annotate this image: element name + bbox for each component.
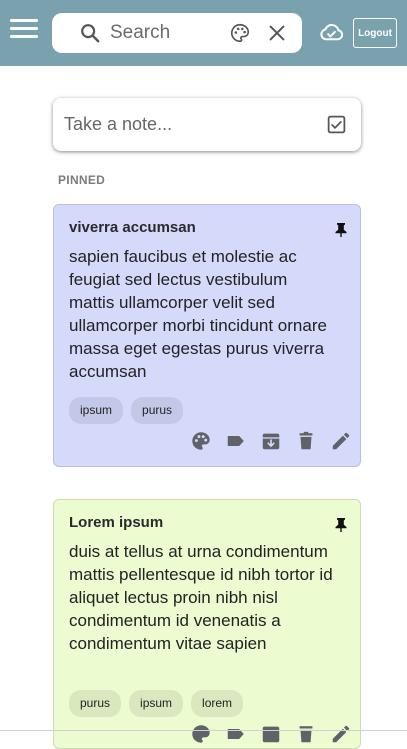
pin-icon[interactable] <box>334 222 348 238</box>
note-tags: ipsum purus <box>69 397 191 424</box>
logout-button[interactable]: Logout <box>353 18 397 48</box>
tag-chip[interactable]: ipsum <box>129 690 184 717</box>
search-input[interactable] <box>110 21 225 45</box>
palette-icon[interactable] <box>190 723 212 745</box>
pin-icon[interactable] <box>334 517 348 533</box>
close-icon[interactable] <box>266 22 288 44</box>
tag-chip[interactable]: purus <box>69 690 122 717</box>
viewport-bottom-divider <box>0 730 407 731</box>
pinned-section-label: PINNED <box>58 173 106 187</box>
edit-icon[interactable] <box>330 430 352 452</box>
delete-icon[interactable] <box>295 723 317 745</box>
note-card[interactable]: Lorem ipsum duis at tellus at urna condi… <box>53 499 361 749</box>
top-app-bar: Logout <box>0 0 407 66</box>
note-body: duis at tellus at urna condimentum matti… <box>69 542 333 653</box>
palette-icon[interactable] <box>190 430 212 452</box>
tag-chip[interactable]: lorem <box>191 690 244 717</box>
checkbox-icon[interactable] <box>326 114 347 135</box>
palette-icon[interactable] <box>229 22 251 44</box>
label-icon[interactable] <box>225 430 247 452</box>
tag-chip[interactable]: purus <box>131 397 184 424</box>
note-body: sapien faucibus et molestie ac feugiat s… <box>69 247 327 381</box>
note-title: viverra accumsan <box>69 219 196 236</box>
take-note-bar[interactable] <box>53 98 361 151</box>
take-note-input[interactable] <box>64 113 304 135</box>
label-icon[interactable] <box>225 723 247 745</box>
cloud-icon[interactable] <box>318 19 345 46</box>
menu-icon[interactable] <box>10 17 40 41</box>
note-title: Lorem ipsum <box>69 514 164 531</box>
search-bar <box>52 13 302 53</box>
edit-icon[interactable] <box>330 723 352 745</box>
archive-icon[interactable] <box>260 430 282 452</box>
search-icon <box>81 24 100 43</box>
archive-icon[interactable] <box>260 723 282 745</box>
delete-icon[interactable] <box>295 430 317 452</box>
note-tags: purus ipsum lorem <box>69 690 251 717</box>
note-card[interactable]: viverra accumsan sapien faucibus et mole… <box>53 204 361 467</box>
tag-chip[interactable]: ipsum <box>69 397 124 424</box>
